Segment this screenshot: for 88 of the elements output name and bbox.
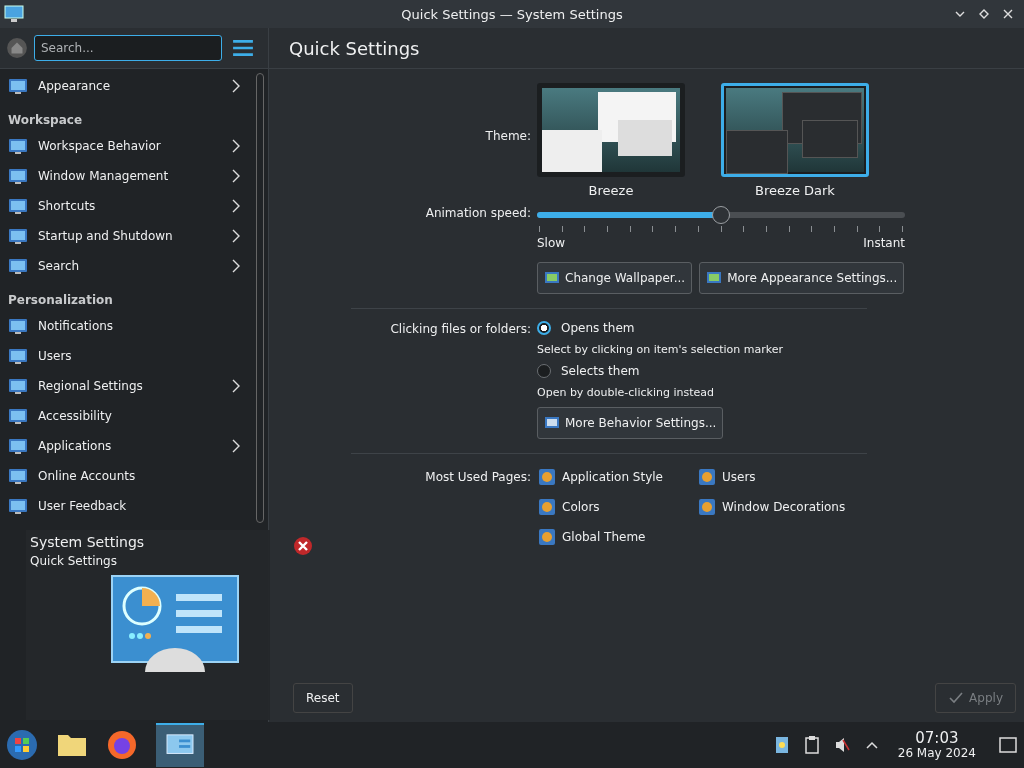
slider-max-label: Instant [863,236,905,250]
muted-speaker-icon[interactable] [833,735,850,755]
chevron-right-icon [232,439,240,453]
sidebar-item[interactable]: Appearance [0,71,252,101]
slider-track[interactable] [537,206,905,224]
radio-button[interactable] [537,321,551,335]
reset-button[interactable]: Reset [293,683,353,713]
sidebar-item[interactable]: Shortcuts [0,191,252,221]
section-heading: Workspace [7,112,84,129]
sidebar-item[interactable]: User Feedback [0,491,252,521]
sidebar-item[interactable]: Search [0,251,252,281]
monitor-icon [8,466,28,486]
sidebar-item[interactable]: Regional Settings [0,371,252,401]
monitor-icon [8,346,28,366]
page-icon [537,497,557,517]
page-icon [537,527,557,547]
chevron-right-icon [232,229,240,243]
preview-title: System Settings [30,534,145,550]
monitor-icon [8,136,28,156]
monitor-icon [544,415,560,431]
monitor-icon [8,196,28,216]
clock-date: 26 May 2024 [897,746,976,760]
sidebar-item[interactable]: Online Accounts [0,461,252,491]
chevron-right-icon [232,79,240,93]
monitor-icon [8,166,28,186]
chevron-right-icon [232,199,240,213]
chevron-right-icon [232,259,240,273]
sidebar-item[interactable]: Startup and Shutdown [0,221,252,251]
radio-option[interactable]: Selects them [537,364,714,378]
picture-icon [544,270,560,286]
sidebar-item[interactable]: Applications [0,431,252,461]
field-label: Most Used Pages: [424,469,531,484]
monitor-icon [8,256,28,276]
monitor-icon [8,376,28,396]
settings-button[interactable]: More Behavior Settings... [537,407,724,439]
monitor-icon [8,436,28,456]
chevron-right-icon [232,169,240,183]
preview-subtitle: Quick Settings [30,554,117,568]
search-field[interactable]: Search... [34,35,222,61]
monitor-icon [8,316,28,336]
checkmark-icon [948,690,965,706]
picture-icon [706,270,723,286]
clipboard-icon[interactable] [803,735,820,755]
settings-button[interactable]: Change Wallpaper... [537,262,693,294]
page-link[interactable]: Window Decorations [697,496,846,518]
window-title: Quick Settings — System Settings [401,6,623,22]
close-icon[interactable] [293,536,313,556]
settings-button[interactable]: More Appearance Settings... [699,262,905,294]
monitor-icon [8,406,28,426]
monitor-icon [8,76,28,96]
radio-option[interactable]: Opens them [537,321,783,335]
chevron-right-icon [232,379,240,393]
radio-button[interactable] [537,364,551,378]
slider-min-label: Slow [537,236,566,250]
browser-icon[interactable] [106,729,138,761]
field-label: Theme: [484,128,531,143]
menu-icon[interactable] [232,39,254,57]
page-icon [697,467,717,487]
clock-time: 07:03 [915,730,959,747]
slider-handle[interactable] [712,206,730,224]
page-icon [697,497,717,517]
theme-name: Breeze [588,183,634,198]
start-orb-icon[interactable] [6,729,38,761]
show-desktop-icon[interactable] [998,735,1018,755]
sidebar-item[interactable]: Users [0,341,252,371]
field-label: Animation speed: [424,206,531,220]
monitor-icon [8,226,28,246]
sidebar-item[interactable]: Workspace Behavior [0,131,252,161]
radio-hint: Open by double-clicking instead [537,386,714,399]
page-icon [537,467,557,487]
sidebar-item[interactable]: Notifications [0,311,252,341]
page-link[interactable]: Users [697,466,846,488]
sidebar-item[interactable]: Accessibility [0,401,252,431]
page-link[interactable]: Colors [537,496,697,518]
monitor-icon [8,496,28,516]
radio-hint: Select by clicking on item's selection marker [537,343,783,356]
page-link[interactable]: Global Theme [537,526,697,548]
sidebar-item[interactable]: Window Management [0,161,252,191]
chevron-right-icon [232,139,240,153]
monitor-icon [4,5,24,23]
maximize-button[interactable] [978,8,990,20]
active-task[interactable] [156,723,204,767]
page-link[interactable]: Application Style [537,466,697,488]
section-heading: Personalization [7,292,114,309]
theme-name: Breeze Dark [755,183,835,198]
close-button[interactable] [1002,8,1014,20]
field-label: Clicking files or folders: [389,321,531,336]
home-icon[interactable] [6,37,28,59]
